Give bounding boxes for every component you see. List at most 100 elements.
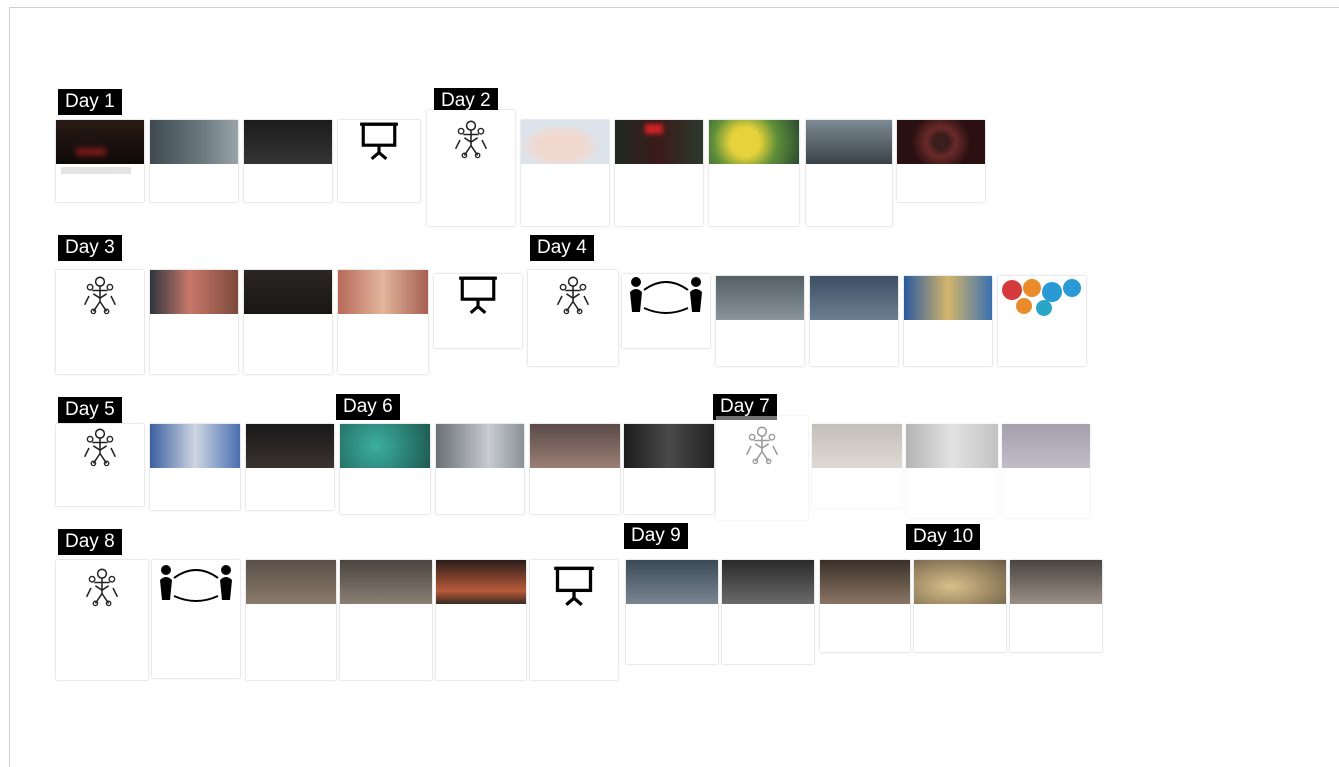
slide-card[interactable] bbox=[246, 560, 336, 680]
slide-card[interactable] bbox=[806, 120, 892, 226]
robot-figure-icon bbox=[740, 424, 784, 468]
slide-thumbnail bbox=[528, 270, 618, 320]
slide-card[interactable] bbox=[56, 424, 144, 506]
slide-thumbnail bbox=[624, 424, 714, 468]
slide-card[interactable] bbox=[150, 120, 238, 202]
slide-thumbnail bbox=[812, 424, 902, 468]
slide-thumbnail bbox=[340, 560, 432, 604]
slide-card[interactable] bbox=[150, 270, 238, 374]
day-5-label: Day 5 bbox=[58, 397, 122, 423]
robot-figure-icon bbox=[78, 426, 122, 470]
slide-card[interactable] bbox=[56, 560, 148, 680]
slide-thumbnail bbox=[1010, 560, 1102, 604]
robot-figure-icon bbox=[80, 566, 124, 610]
slide-card[interactable] bbox=[530, 424, 620, 514]
slide-thumbnail bbox=[1002, 424, 1090, 468]
slide-card[interactable] bbox=[812, 424, 902, 508]
slide-thumbnail bbox=[338, 270, 428, 314]
slide-card[interactable] bbox=[716, 416, 808, 520]
slide-thumbnail bbox=[530, 560, 618, 610]
slide-thumbnail bbox=[152, 560, 240, 610]
slide-thumbnail bbox=[56, 560, 148, 616]
slide-card[interactable] bbox=[521, 120, 609, 226]
day-3-label: Day 3 bbox=[58, 235, 122, 261]
slide-card[interactable] bbox=[56, 270, 144, 374]
slide-thumbnail bbox=[897, 120, 985, 164]
slide-card[interactable] bbox=[914, 560, 1006, 652]
slide-thumbnail bbox=[56, 424, 144, 470]
slide-card[interactable] bbox=[906, 424, 998, 518]
slide-thumbnail bbox=[244, 120, 332, 164]
day-4-label: Day 4 bbox=[530, 235, 594, 261]
slide-thumbnail bbox=[906, 424, 998, 468]
slide-card[interactable] bbox=[434, 274, 522, 348]
people-group-icon bbox=[626, 274, 706, 318]
slide-card[interactable] bbox=[722, 560, 814, 664]
slide-card[interactable] bbox=[615, 120, 703, 226]
slide-card[interactable] bbox=[338, 120, 420, 202]
day-8-label: Day 8 bbox=[58, 529, 122, 555]
presentation-board-icon bbox=[457, 274, 499, 316]
slide-thumbnail bbox=[626, 560, 718, 604]
slide-thumbnail bbox=[436, 560, 526, 604]
slide-thumbnail bbox=[806, 120, 892, 164]
slide-thumbnail bbox=[436, 424, 524, 468]
slide-card[interactable] bbox=[427, 110, 515, 226]
robot-figure-icon bbox=[449, 118, 493, 162]
slide-card[interactable] bbox=[246, 424, 334, 510]
slide-card[interactable] bbox=[340, 424, 430, 514]
slide-thumbnail bbox=[810, 276, 898, 320]
slide-card[interactable] bbox=[1010, 560, 1102, 652]
day-10-label: Day 10 bbox=[906, 524, 981, 550]
question-bubbles-icon bbox=[1002, 279, 1081, 316]
slide-card[interactable] bbox=[244, 270, 332, 374]
slide-card[interactable] bbox=[622, 274, 710, 348]
slide-card[interactable] bbox=[624, 424, 714, 514]
slide-thumbnail bbox=[427, 110, 515, 166]
slide-thumbnail bbox=[530, 424, 620, 468]
presentation-board-icon bbox=[552, 564, 596, 608]
day-6-label: Day 6 bbox=[336, 394, 400, 420]
slide-card[interactable] bbox=[626, 560, 718, 664]
slide-thumbnail bbox=[56, 270, 144, 320]
slide-card[interactable] bbox=[150, 424, 240, 510]
slide-card[interactable] bbox=[436, 424, 524, 514]
slide-thumbnail bbox=[722, 560, 814, 604]
slide-card[interactable] bbox=[530, 560, 618, 680]
robot-figure-icon bbox=[78, 274, 122, 318]
robot-figure-icon bbox=[551, 274, 595, 318]
people-group-icon bbox=[156, 560, 236, 608]
slide-thumbnail bbox=[521, 120, 609, 164]
slide-card[interactable] bbox=[56, 120, 144, 202]
slide-card[interactable] bbox=[436, 560, 526, 680]
slide-card[interactable] bbox=[528, 270, 618, 366]
slide-card[interactable] bbox=[338, 270, 428, 374]
slide-card[interactable] bbox=[340, 560, 432, 680]
slide-thumbnail bbox=[340, 424, 430, 468]
slide-thumbnail bbox=[716, 416, 808, 470]
slide-thumbnail bbox=[998, 276, 1086, 320]
slide-card[interactable] bbox=[244, 120, 332, 202]
slide-card[interactable] bbox=[998, 276, 1086, 366]
presentation-board-icon bbox=[358, 120, 400, 162]
slide-thumbnail bbox=[914, 560, 1006, 604]
slide-thumbnail bbox=[615, 120, 703, 164]
slide-thumbnail bbox=[338, 120, 420, 166]
slide-thumbnail bbox=[246, 424, 334, 468]
slide-thumbnail bbox=[150, 270, 238, 314]
slide-thumbnail bbox=[622, 274, 710, 320]
slide-card[interactable] bbox=[904, 276, 992, 366]
slide-card[interactable] bbox=[897, 120, 985, 202]
slide-thumbnail bbox=[820, 560, 910, 604]
slide-card[interactable] bbox=[709, 120, 799, 226]
slide-card[interactable] bbox=[810, 276, 898, 366]
slide-thumbnail bbox=[246, 560, 336, 604]
slide-card[interactable] bbox=[716, 276, 804, 366]
slide-thumbnail bbox=[56, 120, 144, 164]
day-1-label: Day 1 bbox=[58, 89, 122, 115]
slide-thumbnail bbox=[716, 276, 804, 320]
slide-card[interactable] bbox=[820, 560, 910, 652]
slide-thumbnail bbox=[709, 120, 799, 164]
slide-card[interactable] bbox=[152, 560, 240, 678]
slide-card[interactable] bbox=[1002, 424, 1090, 518]
